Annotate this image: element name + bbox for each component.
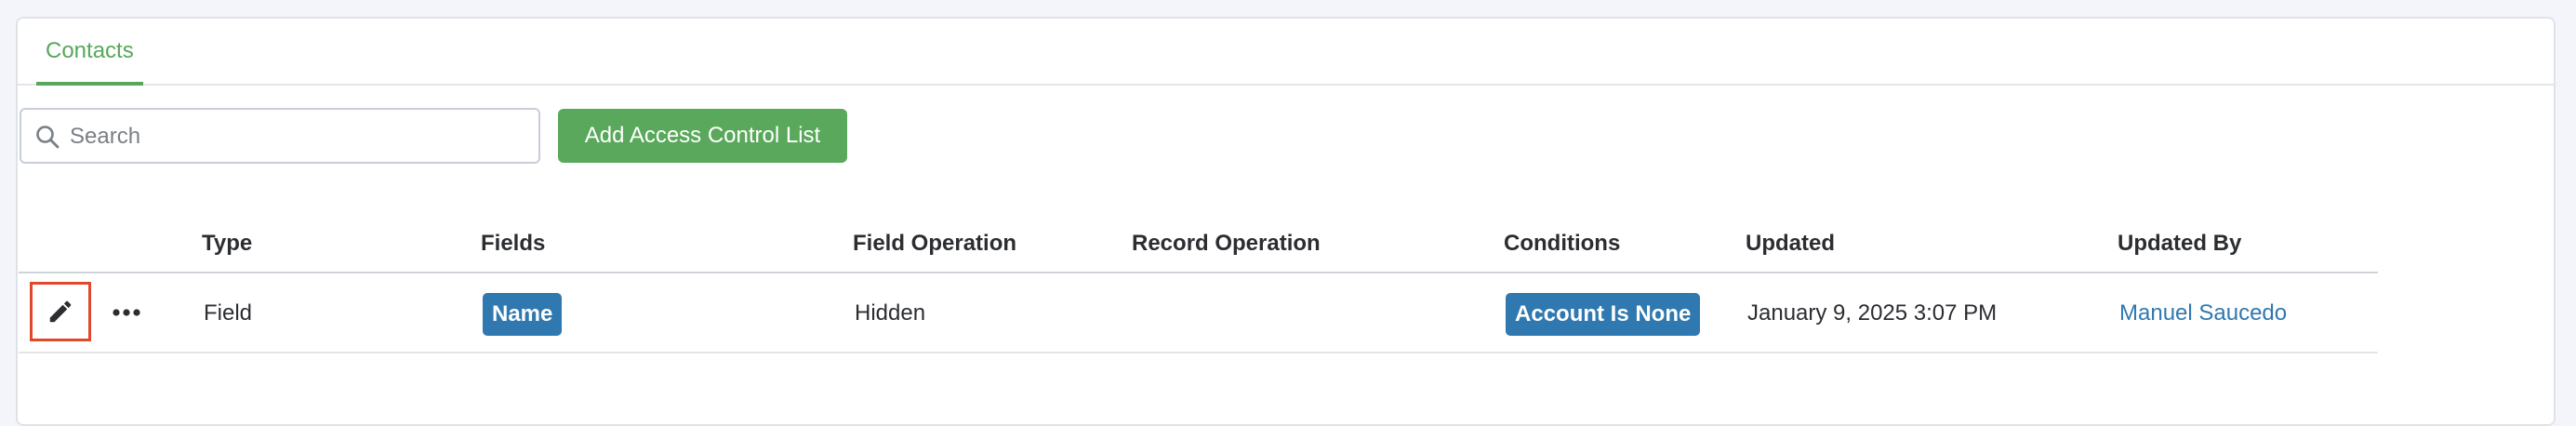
column-header-record-operation[interactable]: Record Operation <box>1132 214 1321 273</box>
table-row: Field Name Hidden Account Is None Januar… <box>19 273 2378 353</box>
cell-field-operation: Hidden <box>855 300 926 326</box>
column-header-fields[interactable]: Fields <box>481 214 545 273</box>
cell-conditions: Account Is None <box>1506 273 1701 353</box>
column-header-updated[interactable]: Updated <box>1746 214 1835 273</box>
search-field[interactable] <box>20 108 540 164</box>
search-icon <box>36 126 60 149</box>
more-horizontal-icon <box>113 309 140 316</box>
column-header-type[interactable]: Type <box>202 214 252 273</box>
search-input[interactable] <box>68 110 527 164</box>
tab-bar: Contacts <box>18 19 2554 86</box>
add-access-control-list-button[interactable]: Add Access Control List <box>558 109 847 163</box>
updated-by-link[interactable]: Manuel Saucedo <box>2119 300 2287 326</box>
condition-badge: Account Is None <box>1506 292 1701 336</box>
table-header: Type Fields Field Operation Record Opera… <box>19 214 2378 273</box>
more-actions-button[interactable] <box>108 300 145 326</box>
cell-updated-by: Manuel Saucedo <box>2119 273 2287 353</box>
field-badge: Name <box>483 292 563 336</box>
cell-fields: Name <box>483 273 563 353</box>
column-header-conditions[interactable]: Conditions <box>1504 214 1620 273</box>
tab-contacts[interactable]: Contacts <box>36 19 143 86</box>
cell-type: Field <box>204 300 253 326</box>
column-header-updated-by[interactable]: Updated By <box>2118 214 2241 273</box>
column-header-field-operation[interactable]: Field Operation <box>853 214 1016 273</box>
edit-button[interactable] <box>30 282 91 341</box>
acl-table: Type Fields Field Operation Record Opera… <box>19 214 2378 353</box>
pencil-icon <box>49 300 72 323</box>
cell-updated: January 9, 2025 3:07 PM <box>1747 300 1998 326</box>
